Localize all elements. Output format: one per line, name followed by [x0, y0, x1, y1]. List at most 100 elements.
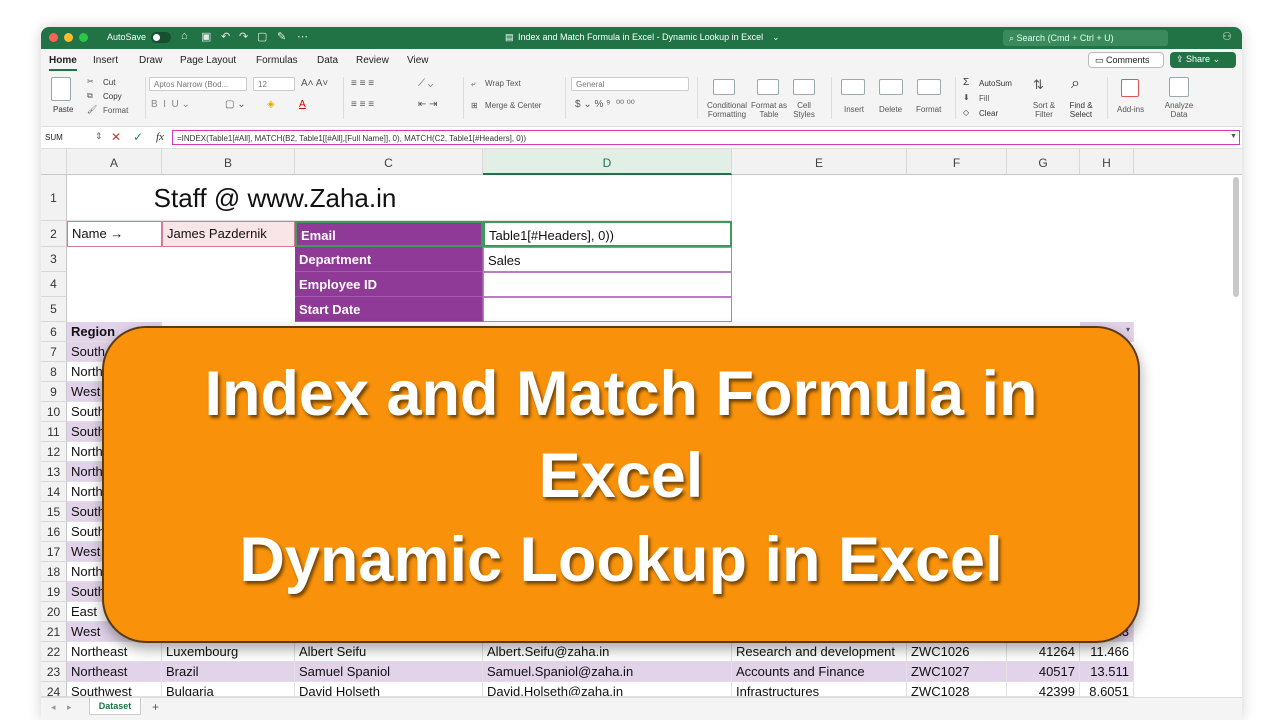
department-header-cell[interactable]: Department — [295, 247, 483, 272]
row-header[interactable]: 10 — [41, 402, 67, 422]
bold-italic-underline-icons[interactable]: B I U ⌄ — [151, 99, 190, 110]
formula-input[interactable]: =INDEX(Table1[#All], MATCH(B2, Table1[[#… — [172, 130, 1240, 145]
comments-button[interactable]: ▭ Comments — [1088, 52, 1164, 68]
row-header[interactable]: 6 — [41, 322, 67, 342]
employee-id-value-cell[interactable] — [483, 272, 732, 297]
share-button[interactable]: ⇪ Share ⌄ — [1170, 52, 1236, 68]
value-cell[interactable]: 13.511 — [1080, 662, 1134, 682]
row-header[interactable]: 19 — [41, 582, 67, 602]
find-select-button[interactable]: Find & Select — [1066, 101, 1096, 119]
row-header[interactable]: 2 — [41, 221, 67, 247]
tab-page-layout[interactable]: Page Layout — [180, 55, 236, 66]
tab-home[interactable]: Home — [49, 55, 77, 71]
expand-formula-icon[interactable]: ▼ — [1230, 133, 1237, 140]
vertical-scrollbar[interactable] — [1233, 177, 1239, 297]
cell-styles-button[interactable]: Cell Styles — [789, 101, 819, 119]
country-cell[interactable]: Bulgaria — [162, 682, 295, 697]
start-date-value-cell[interactable] — [483, 297, 732, 322]
autosum-button[interactable]: AutoSum — [979, 79, 1012, 88]
format-as-table-icon[interactable] — [757, 79, 779, 95]
cell[interactable] — [483, 175, 732, 221]
merge-icon[interactable]: ⊞ — [471, 101, 478, 110]
font-grow-icon[interactable]: A˄ A˅ — [301, 78, 328, 89]
email-cell[interactable]: Samuel.Spaniol@zaha.in — [483, 662, 732, 682]
name-label-cell[interactable]: Name → — [67, 221, 162, 247]
email-header-cell[interactable]: Email — [295, 221, 483, 247]
fill-button[interactable]: Fill — [979, 94, 989, 103]
sort-filter-icon[interactable]: ⇅ — [1033, 77, 1044, 93]
tab-view[interactable]: View — [407, 55, 429, 66]
close-window-button[interactable] — [49, 33, 58, 42]
row-header[interactable]: 1 — [41, 175, 67, 221]
column-header[interactable]: D — [483, 149, 732, 175]
fill-color-icon[interactable]: ◈ — [267, 99, 275, 110]
prev-sheet-icon[interactable]: ◂ — [51, 702, 56, 713]
employee-id-cell[interactable]: ZWC1028 — [907, 682, 1007, 697]
save-icon[interactable]: ▣ — [201, 30, 211, 43]
wrap-text-button[interactable]: Wrap Text — [485, 79, 521, 88]
department-cell[interactable]: Research and development — [732, 642, 907, 662]
employee-id-cell[interactable]: ZWC1026 — [907, 642, 1007, 662]
region-cell[interactable]: Northeast — [67, 662, 162, 682]
document-title[interactable]: Index and Match Formula in Excel - Dynam… — [518, 32, 763, 42]
row-header[interactable]: 14 — [41, 482, 67, 502]
row-header[interactable]: 13 — [41, 462, 67, 482]
active-cell-d2[interactable]: Table1[#Headers], 0)) — [483, 221, 732, 247]
sheet-tab-dataset[interactable]: Dataset — [89, 698, 141, 715]
country-cell[interactable]: Luxembourg — [162, 642, 295, 662]
row-header[interactable]: 8 — [41, 362, 67, 382]
home-icon[interactable]: ⌂ — [181, 30, 188, 42]
tab-formulas[interactable]: Formulas — [256, 55, 298, 66]
sort-filter-button[interactable]: Sort & Filter — [1029, 101, 1059, 119]
cut-icon[interactable]: ✂ — [87, 77, 94, 86]
copy-button[interactable]: Copy — [103, 92, 122, 101]
region-cell[interactable]: Southwest — [67, 682, 162, 697]
conditional-formatting-button[interactable]: Conditional Formatting — [705, 101, 749, 119]
number-format-select[interactable]: General — [571, 77, 689, 91]
insert-cells-button[interactable]: Insert — [844, 105, 864, 114]
column-header[interactable]: G — [1007, 149, 1080, 175]
department-cell[interactable]: Infrastructures — [732, 682, 907, 697]
email-cell[interactable]: David.Holseth@zaha.in — [483, 682, 732, 697]
tab-data[interactable]: Data — [317, 55, 338, 66]
filter-dropdown-icon[interactable]: ▾ — [1126, 325, 1130, 334]
column-header[interactable]: A — [67, 149, 162, 175]
insert-cells-icon[interactable] — [841, 79, 865, 95]
row-header[interactable]: 16 — [41, 522, 67, 542]
column-header[interactable]: B — [162, 149, 295, 175]
autosave-toggle[interactable] — [151, 32, 171, 43]
search-input[interactable]: ⌕ Search (Cmd + Ctrl + U) — [1003, 30, 1168, 46]
conditional-formatting-icon[interactable] — [713, 79, 735, 95]
row-header[interactable]: 17 — [41, 542, 67, 562]
full-name-cell[interactable]: Samuel Spaniol — [295, 662, 483, 682]
select-all-corner[interactable] — [41, 149, 67, 175]
insert-function-icon[interactable]: fx — [156, 131, 164, 143]
email-cell[interactable]: Albert.Seifu@zaha.in — [483, 642, 732, 662]
name-box-stepper-icon[interactable]: ⇕ — [95, 131, 103, 142]
column-header[interactable]: F — [907, 149, 1007, 175]
clear-button[interactable]: Clear — [979, 109, 998, 118]
start-date-cell[interactable]: 40517 — [1007, 662, 1080, 682]
format-painter-icon[interactable]: 🖌 — [87, 105, 97, 114]
tab-review[interactable]: Review — [356, 55, 389, 66]
row-header[interactable]: 22 — [41, 642, 67, 662]
analyze-data-button[interactable]: Analyze Data — [1163, 101, 1195, 119]
align-center-icons[interactable]: ≡ ≡ ≡ — [351, 99, 374, 110]
row-header[interactable]: 18 — [41, 562, 67, 582]
format-cells-button[interactable]: Format — [916, 105, 941, 114]
minimize-window-button[interactable] — [64, 33, 73, 42]
align-top-icons[interactable]: ≡ ≡ ≡ — [351, 78, 374, 89]
row-header[interactable]: 11 — [41, 422, 67, 442]
column-header[interactable]: H — [1080, 149, 1134, 175]
full-name-cell[interactable]: Albert Seifu — [295, 642, 483, 662]
account-icon[interactable]: ⚇ — [1222, 30, 1232, 43]
fill-icon[interactable]: ⬇ — [963, 93, 970, 102]
add-sheet-icon[interactable]: + — [152, 700, 159, 714]
orientation-icon[interactable]: ⟋ ⌄ — [418, 78, 433, 89]
add-ins-icon[interactable] — [1121, 79, 1139, 97]
cell-styles-icon[interactable] — [793, 79, 815, 95]
edit-icon[interactable]: ✎ — [277, 30, 286, 43]
paste-icon[interactable] — [51, 77, 71, 101]
employee-id-cell[interactable]: ZWC1027 — [907, 662, 1007, 682]
format-cells-icon[interactable] — [917, 79, 941, 95]
